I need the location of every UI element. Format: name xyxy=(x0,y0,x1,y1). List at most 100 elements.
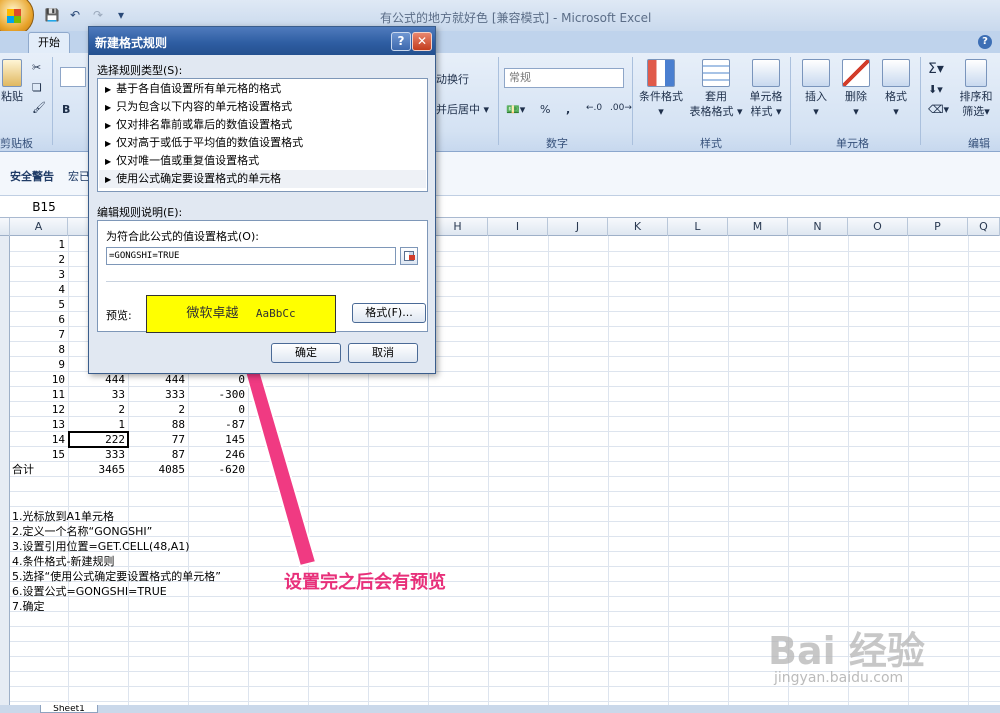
customize-icon[interactable]: ▾ xyxy=(112,6,130,24)
tab-home[interactable]: 开始 xyxy=(28,32,70,53)
delete-button[interactable]: 删除 ▾ xyxy=(838,59,874,119)
fill-icon[interactable]: ⬇▾ xyxy=(928,83,943,96)
cut-icon[interactable]: ✂ xyxy=(32,61,41,74)
number-format-combo[interactable]: 常规 xyxy=(504,68,624,88)
cell-a11[interactable]: 11 xyxy=(10,387,68,402)
cell-a8[interactable]: 8 xyxy=(10,342,68,357)
cell-a5[interactable]: 5 xyxy=(10,297,68,312)
format-button[interactable]: 格式(F)... xyxy=(352,303,426,323)
note-line[interactable]: 7.确定 xyxy=(12,598,45,614)
format-as-table-button[interactable]: 套用 表格格式 ▾ xyxy=(688,59,744,119)
rule-type-list[interactable]: ▶ 基于各自值设置所有单元格的格式 ▶ 只为包含以下内容的单元格设置格式 ▶ 仅对排名靠前… xyxy=(97,78,428,192)
name-box[interactable]: B15 xyxy=(0,197,88,217)
rule-type-item[interactable]: ▶ 只为包含以下内容的单元格设置格式 xyxy=(99,98,426,116)
collapse-dialog-button[interactable] xyxy=(400,247,418,265)
cell-total-b[interactable]: 3465 xyxy=(68,462,128,477)
merge-center-button[interactable]: 并后居中 ▾ xyxy=(436,101,489,117)
cell-c15[interactable]: 87 xyxy=(128,447,188,462)
cell-a1[interactable]: 1 xyxy=(10,237,68,252)
close-icon[interactable]: ✕ xyxy=(412,32,432,51)
cell-a4[interactable]: 4 xyxy=(10,282,68,297)
copy-icon[interactable]: ❏ xyxy=(32,81,42,94)
cell-styles-button[interactable]: 单元格 样式 ▾ xyxy=(744,59,788,119)
autosum-icon[interactable]: Σ▾ xyxy=(928,61,944,77)
cell-b13[interactable]: 1 xyxy=(68,417,128,432)
cell-b11[interactable]: 33 xyxy=(68,387,128,402)
percent-button[interactable]: % xyxy=(540,103,550,116)
cell-c13[interactable]: 88 xyxy=(128,417,188,432)
undo-icon[interactable]: ↶ xyxy=(66,6,84,24)
cell-a6[interactable]: 6 xyxy=(10,312,68,327)
help-icon[interactable]: ? xyxy=(391,32,411,51)
cell-a7[interactable]: 7 xyxy=(10,327,68,342)
currency-icon[interactable]: 💵▾ xyxy=(506,103,525,116)
cell-total-d[interactable]: -620 xyxy=(188,462,248,477)
cell-a14[interactable]: 14 xyxy=(10,432,68,447)
cell-a3[interactable]: 3 xyxy=(10,267,68,282)
cancel-button[interactable]: 取消 xyxy=(348,343,418,363)
note-line[interactable]: 5.选择“使用公式确定要设置格式的单元格” xyxy=(12,568,221,584)
column-header-n[interactable]: N xyxy=(788,218,848,236)
help-icon[interactable]: ? xyxy=(978,35,992,49)
column-header-j[interactable]: J xyxy=(548,218,608,236)
cell-b10[interactable]: 444 xyxy=(68,372,128,387)
cell-b12[interactable]: 2 xyxy=(68,402,128,417)
font-combo[interactable] xyxy=(60,67,86,87)
note-line[interactable]: 3.设置引用位置=GET.CELL(48,A1) xyxy=(12,538,190,554)
format-button[interactable]: 格式 ▾ xyxy=(878,59,914,119)
increase-decimal-icon[interactable]: ←.0 xyxy=(586,103,602,113)
bold-icon[interactable]: B xyxy=(62,103,70,116)
sort-filter-button[interactable]: 排序和 筛选▾ xyxy=(956,59,996,119)
cell-total-label[interactable]: 合计 xyxy=(12,462,68,477)
cell-a10[interactable]: 10 xyxy=(10,372,68,387)
clear-icon[interactable]: ⌫▾ xyxy=(928,103,949,116)
cell-c12[interactable]: 2 xyxy=(128,402,188,417)
decrease-decimal-icon[interactable]: .00→ xyxy=(610,103,632,113)
rule-type-item[interactable]: ▶ 仅对排名靠前或靠后的数值设置格式 xyxy=(99,116,426,134)
cell-d11[interactable]: -300 xyxy=(188,387,248,402)
cell-a12[interactable]: 12 xyxy=(10,402,68,417)
rule-type-item[interactable]: ▶ 基于各自值设置所有单元格的格式 xyxy=(99,80,426,98)
cell-d12[interactable]: 0 xyxy=(188,402,248,417)
cell-c11[interactable]: 333 xyxy=(128,387,188,402)
cell-c14[interactable]: 77 xyxy=(128,432,188,447)
insert-button[interactable]: 插入 ▾ xyxy=(798,59,834,119)
cell-c10[interactable]: 444 xyxy=(128,372,188,387)
format-painter-icon[interactable]: 🖌 xyxy=(32,101,46,114)
note-line[interactable]: 2.定义一个名称“GONGSHI” xyxy=(12,523,152,539)
conditional-format-button[interactable]: 条件格式 ▾ xyxy=(636,59,686,119)
save-icon[interactable]: 💾 xyxy=(43,6,61,24)
column-header-p[interactable]: P xyxy=(908,218,968,236)
column-header-l[interactable]: L xyxy=(668,218,728,236)
note-line[interactable]: 1.光标放到A1单元格 xyxy=(12,508,114,524)
column-header-h[interactable]: H xyxy=(428,218,488,236)
note-line[interactable]: 6.设置公式=GONGSHI=TRUE xyxy=(12,583,167,599)
cell-d15[interactable]: 246 xyxy=(188,447,248,462)
cell-a2[interactable]: 2 xyxy=(10,252,68,267)
wrap-text-button[interactable]: 动换行 xyxy=(436,71,469,87)
ok-button[interactable]: 确定 xyxy=(271,343,341,363)
cell-d13[interactable]: -87 xyxy=(188,417,248,432)
cell-d14[interactable]: 145 xyxy=(188,432,248,447)
sheet-tab-sheet1[interactable]: Sheet1 xyxy=(40,705,98,713)
cell-d10[interactable]: 0 xyxy=(188,372,248,387)
column-header-q[interactable]: Q xyxy=(968,218,1000,236)
redo-icon[interactable]: ↷ xyxy=(89,6,107,24)
dialog-title-bar[interactable]: 新建格式规则 ? ✕ xyxy=(89,27,435,55)
column-header-a[interactable]: A xyxy=(10,218,68,236)
cell-a13[interactable]: 13 xyxy=(10,417,68,432)
select-all-corner[interactable] xyxy=(0,218,10,236)
cell-a15[interactable]: 15 xyxy=(10,447,68,462)
formula-input[interactable]: =GONGSHI=TRUE xyxy=(106,247,396,265)
cell-b15[interactable]: 333 xyxy=(68,447,128,462)
cell-a9[interactable]: 9 xyxy=(10,357,68,372)
column-header-k[interactable]: K xyxy=(608,218,668,236)
cell-total-c[interactable]: 4085 xyxy=(128,462,188,477)
rule-type-item[interactable]: ▶ 仅对唯一值或重复值设置格式 xyxy=(99,152,426,170)
column-header-o[interactable]: O xyxy=(848,218,908,236)
rule-type-item[interactable]: ▶ 仅对高于或低于平均值的数值设置格式 xyxy=(99,134,426,152)
column-header-m[interactable]: M xyxy=(728,218,788,236)
column-header-i[interactable]: I xyxy=(488,218,548,236)
rule-type-item[interactable]: ▶ 使用公式确定要设置格式的单元格 xyxy=(99,170,426,188)
paste-button[interactable]: 粘贴 xyxy=(0,59,24,104)
